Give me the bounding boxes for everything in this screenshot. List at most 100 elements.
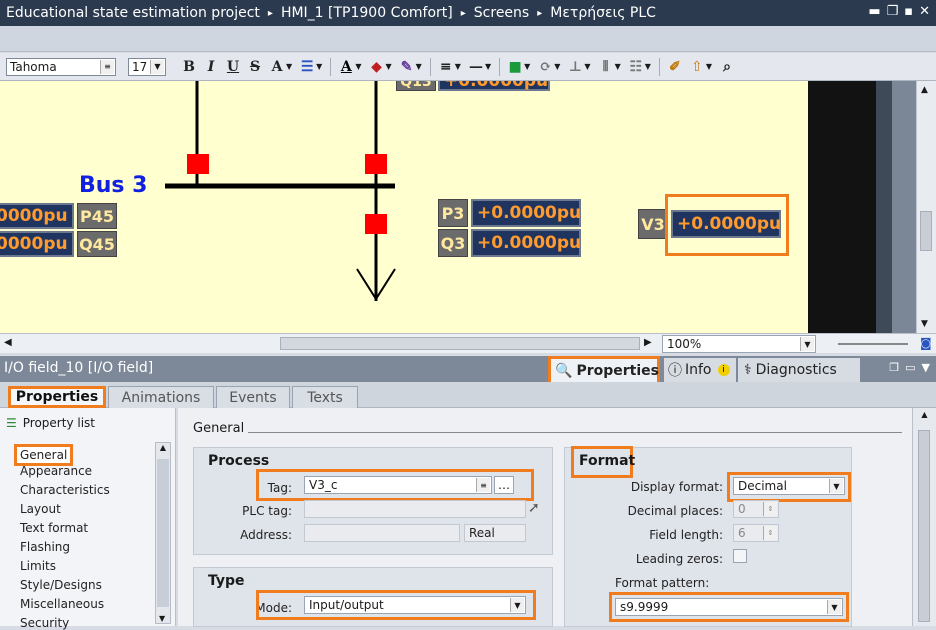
chevron-down-icon[interactable]: ▼ [316, 62, 322, 71]
chevron-down-icon[interactable]: ▼ [416, 62, 422, 71]
tab-info[interactable]: ⓘ Info i [664, 358, 736, 382]
breadcrumb-separator: ▸ [537, 7, 543, 19]
subtab-texts[interactable]: Texts [292, 386, 358, 408]
close-icon[interactable]: ✕ [919, 4, 930, 19]
chevron-down-icon[interactable]: ▼ [554, 62, 560, 71]
nav-limits[interactable]: Limits [20, 559, 56, 573]
underline-button[interactable]: U [224, 58, 242, 76]
nav-text-format[interactable]: Text format [20, 521, 88, 535]
chevron-down-icon[interactable]: ▼ [524, 62, 530, 71]
restore-icon[interactable]: ❐ [887, 4, 899, 19]
zoom-slider[interactable] [838, 343, 908, 345]
subtab-events[interactable]: Events [216, 386, 290, 408]
chevron-down-icon[interactable]: ▼ [706, 62, 712, 71]
line-width-icon[interactable]: ≡ [437, 58, 455, 76]
nav-layout[interactable]: Layout [20, 502, 61, 516]
object-title: I/O field_10 [I/O field] [4, 360, 154, 376]
rotate-icon[interactable]: ⟳ [536, 58, 554, 76]
breaker-icon[interactable] [187, 154, 209, 174]
superscript-button[interactable]: A [268, 58, 286, 76]
breadcrumb-screens[interactable]: Screens [474, 5, 529, 21]
scroll-thumb[interactable] [280, 337, 640, 350]
nav-miscellaneous[interactable]: Miscellaneous [20, 597, 104, 611]
zoom-select[interactable]: 100% ▼ [662, 335, 816, 353]
restore-icon[interactable]: ▭ [905, 361, 915, 374]
q13-field[interactable]: +0.0000pu [438, 81, 550, 91]
bring-to-front-icon[interactable]: ■ [506, 58, 524, 76]
align-center-icon[interactable]: ⊥ [566, 58, 584, 76]
chevron-down-icon[interactable]: ▼ [355, 62, 361, 71]
chevron-down-icon[interactable]: ▼ [485, 62, 491, 71]
canvas-vertical-scrollbar[interactable]: ▲ ▼ [916, 81, 936, 333]
nav-characteristics[interactable]: Characteristics [20, 483, 110, 497]
zoom-select-icon[interactable]: ⌕ [718, 58, 736, 76]
breaker-icon[interactable] [365, 214, 387, 234]
float-icon[interactable]: ▪ [904, 4, 913, 19]
chevron-down-icon[interactable]: ▼ [645, 62, 651, 71]
chevron-down-icon[interactable]: ▼ [385, 62, 391, 71]
scroll-thumb[interactable] [920, 211, 932, 251]
collapse-icon[interactable]: ▼ [922, 361, 930, 374]
p45-field[interactable]: 0000pu [0, 203, 74, 229]
breadcrumb-device[interactable]: HMI_1 [TP1900 Comfort] [281, 5, 453, 21]
scroll-left-icon[interactable]: ◀ [4, 337, 12, 348]
bold-button[interactable]: B [180, 58, 198, 76]
nav-appearance[interactable]: Appearance [20, 464, 92, 478]
chevron-down-icon[interactable]: ▼ [615, 62, 621, 71]
fill-color-icon[interactable]: ◆ [367, 58, 385, 76]
breadcrumb-screen[interactable]: Μετρήσεις PLC [550, 5, 656, 21]
tag-browse-button[interactable]: … [494, 476, 514, 494]
nav-scrollbar[interactable]: ▲ ▼ [155, 442, 171, 624]
subtab-animations[interactable]: Animations [108, 386, 214, 408]
leading-zeros-checkbox[interactable] [733, 549, 747, 563]
line-color-icon[interactable]: ✎ [398, 58, 416, 76]
format-pattern-select[interactable]: s9.9999 ▼ [615, 598, 843, 616]
list-icon: ≡ [100, 59, 114, 74]
float-icon[interactable]: ❐ [889, 361, 899, 374]
distribute-icon[interactable]: ⦀ [597, 58, 615, 76]
zoom-fit-icon[interactable]: ◙ [920, 336, 932, 350]
screen-canvas[interactable]: Bus 3 Q13 +0.0000pu 0000pu 0000pu P45 Q4… [0, 81, 808, 333]
nav-flashing[interactable]: Flashing [20, 540, 70, 554]
q45-field[interactable]: 0000pu [0, 231, 74, 257]
font-name-select[interactable]: Tahoma ≡ [6, 57, 116, 76]
scroll-thumb[interactable] [157, 459, 169, 607]
font-color-icon[interactable]: A [337, 58, 355, 76]
chevron-down-icon[interactable]: ▼ [584, 62, 590, 71]
format-painter-icon[interactable]: ✐ [666, 58, 684, 76]
goto-tag-icon[interactable]: ➚ [528, 500, 540, 516]
display-format-select[interactable]: Decimal ▼ [733, 477, 845, 495]
nav-style-designs[interactable]: Style/Designs [20, 578, 102, 592]
scroll-down-icon[interactable]: ▼ [921, 319, 928, 329]
nav-security[interactable]: Security [20, 616, 69, 630]
breaker-icon[interactable] [365, 154, 387, 174]
font-size-select[interactable]: 17 ▼ [128, 57, 166, 76]
q3-field[interactable]: +0.0000pu [471, 229, 581, 257]
scroll-thumb[interactable] [918, 430, 930, 622]
scroll-up-icon[interactable]: ▲ [913, 410, 936, 419]
chevron-down-icon[interactable]: ▼ [286, 62, 292, 71]
tab-diagnostics[interactable]: ⚕ Diagnostics [738, 358, 860, 382]
align-icon[interactable]: ☰ [298, 58, 316, 76]
canvas-horizontal-scrollbar[interactable]: ◀ ▶ 100% ▼ ◙ [0, 333, 936, 353]
strikethrough-button[interactable]: S [246, 58, 264, 76]
layers-icon[interactable]: ⇧ [688, 58, 706, 76]
scroll-up-icon[interactable]: ▲ [921, 85, 928, 95]
chevron-down-icon[interactable]: ▼ [455, 62, 461, 71]
same-size-icon[interactable]: ☷ [627, 58, 645, 76]
nav-general[interactable]: General [14, 444, 74, 466]
scroll-up-icon[interactable]: ▲ [156, 443, 170, 452]
line-style-icon[interactable]: — [467, 58, 485, 76]
minimize-icon[interactable]: ▬ [868, 4, 880, 19]
content-scrollbar[interactable]: ▲ [912, 408, 936, 626]
tag-input[interactable]: V3_c ≡ [304, 476, 492, 494]
p3-field[interactable]: +0.0000pu [471, 199, 581, 227]
subtab-properties[interactable]: Properties [8, 386, 106, 408]
scroll-down-icon[interactable]: ▼ [159, 614, 165, 623]
scroll-right-icon[interactable]: ▶ [644, 337, 652, 348]
mode-select[interactable]: Input/output ▼ [304, 596, 526, 614]
italic-button[interactable]: I [202, 58, 220, 76]
property-list-link[interactable]: ☰ Property list [6, 416, 95, 430]
list-icon[interactable]: ≡ [476, 478, 490, 492]
breadcrumb-project[interactable]: Educational state estimation project [6, 5, 260, 21]
